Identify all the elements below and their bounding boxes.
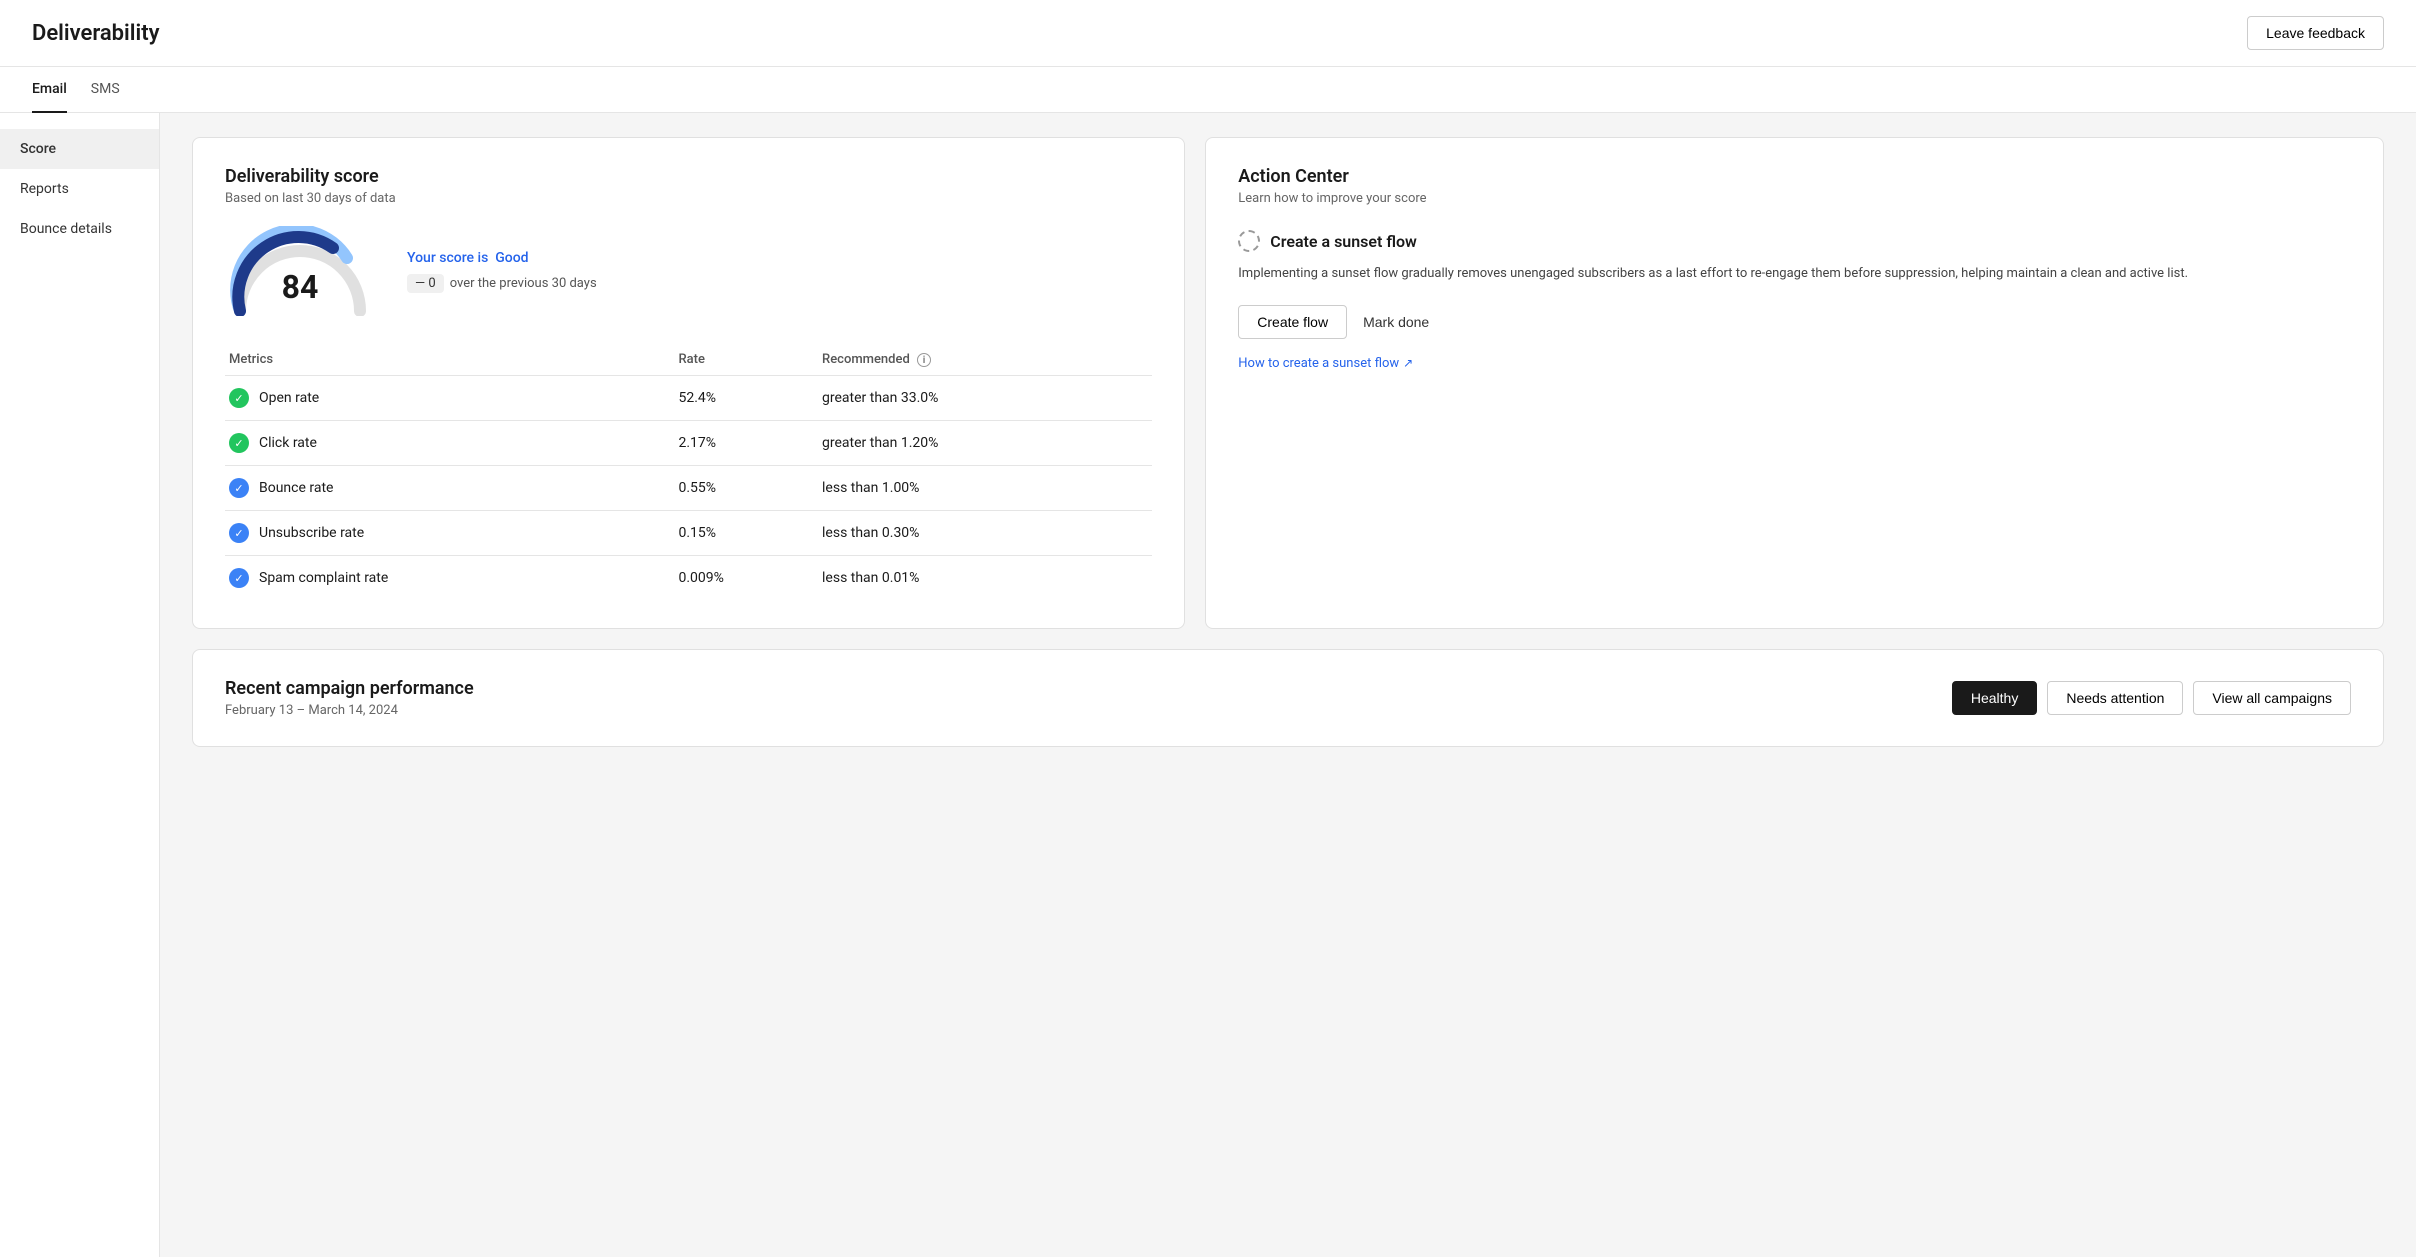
score-change: — 0 over the previous 30 days xyxy=(407,274,597,293)
score-quality: Good xyxy=(495,250,528,266)
metric-recommended: less than 0.01% xyxy=(818,556,1152,601)
cards-row: Deliverability score Based on last 30 da… xyxy=(192,137,2384,629)
table-row: ✓ Bounce rate 0.55% less than 1.00% xyxy=(225,466,1152,511)
sidebar-item-score[interactable]: Score xyxy=(0,129,159,169)
col-recommended: Recommended i xyxy=(818,344,1152,376)
info-icon: i xyxy=(917,353,931,367)
metric-recommended: greater than 33.0% xyxy=(818,376,1152,421)
sunset-flow-icon xyxy=(1238,230,1260,252)
recent-campaign-buttons: Healthy Needs attention View all campaig… xyxy=(1952,681,2351,715)
action-center-title: Action Center xyxy=(1238,166,2351,187)
score-number: 84 xyxy=(282,268,319,306)
sunset-flow-link[interactable]: How to create a sunset flow ↗ xyxy=(1238,356,1413,371)
tab-sms[interactable]: SMS xyxy=(91,67,120,113)
status-icon-blue: ✓ xyxy=(229,523,249,543)
top-bar: Deliverability Leave feedback xyxy=(0,0,2416,67)
col-metric: Metrics xyxy=(225,344,674,376)
metric-name: Click rate xyxy=(259,435,317,451)
metric-rate: 0.15% xyxy=(674,511,818,556)
score-card: Deliverability score Based on last 30 da… xyxy=(192,137,1185,629)
page-body: Score Reports Bounce details Deliverabil… xyxy=(0,113,2416,1257)
needs-attention-button[interactable]: Needs attention xyxy=(2047,681,2183,715)
main-content: Deliverability score Based on last 30 da… xyxy=(160,113,2416,1257)
score-info: Your score is Good — 0 over the previous… xyxy=(407,250,597,293)
score-change-badge: — 0 xyxy=(407,274,444,293)
metric-rate: 0.55% xyxy=(674,466,818,511)
recent-campaigns-title: Recent campaign performance xyxy=(225,678,474,699)
sidebar: Score Reports Bounce details xyxy=(0,113,160,1257)
healthy-button[interactable]: Healthy xyxy=(1952,681,2037,715)
metric-rate: 0.009% xyxy=(674,556,818,601)
action-item-title: Create a sunset flow xyxy=(1270,232,1417,251)
sidebar-item-bounce-details[interactable]: Bounce details xyxy=(0,209,159,249)
metric-recommended: less than 1.00% xyxy=(818,466,1152,511)
metric-name: Open rate xyxy=(259,390,319,406)
leave-feedback-button[interactable]: Leave feedback xyxy=(2247,16,2384,50)
action-buttons: Create flow Mark done xyxy=(1238,305,2351,339)
status-icon-green: ✓ xyxy=(229,388,249,408)
recent-campaigns-card: Recent campaign performance February 13 … xyxy=(192,649,2384,747)
sidebar-item-reports[interactable]: Reports xyxy=(0,169,159,209)
create-flow-button[interactable]: Create flow xyxy=(1238,305,1347,339)
score-card-subtitle: Based on last 30 days of data xyxy=(225,191,1152,206)
status-icon-green: ✓ xyxy=(229,433,249,453)
score-visual: 84 Your score is Good — 0 over the previ… xyxy=(225,226,1152,316)
recent-campaigns-subtitle: February 13 – March 14, 2024 xyxy=(225,703,474,718)
table-row: ✓ Open rate 52.4% greater than 33.0% xyxy=(225,376,1152,421)
metric-name: Bounce rate xyxy=(259,480,333,496)
action-item-desc: Implementing a sunset flow gradually rem… xyxy=(1238,264,2351,285)
metric-recommended: greater than 1.20% xyxy=(818,421,1152,466)
metric-rate: 2.17% xyxy=(674,421,818,466)
metrics-table: Metrics Rate Recommended i ✓ Open rate xyxy=(225,344,1152,600)
col-rate: Rate xyxy=(674,344,818,376)
mark-done-button[interactable]: Mark done xyxy=(1359,305,1433,339)
status-icon-blue: ✓ xyxy=(229,568,249,588)
external-link-icon: ↗ xyxy=(1403,356,1413,370)
table-row: ✓ Spam complaint rate 0.009% less than 0… xyxy=(225,556,1152,601)
score-card-title: Deliverability score xyxy=(225,166,1152,187)
view-all-campaigns-button[interactable]: View all campaigns xyxy=(2193,681,2351,715)
page-title: Deliverability xyxy=(32,21,160,46)
recent-campaigns-info: Recent campaign performance February 13 … xyxy=(225,678,474,718)
metric-recommended: less than 0.30% xyxy=(818,511,1152,556)
metric-name: Spam complaint rate xyxy=(259,570,388,586)
tabs-bar: Email SMS xyxy=(0,67,2416,113)
recent-header: Recent campaign performance February 13 … xyxy=(225,678,2351,718)
metric-rate: 52.4% xyxy=(674,376,818,421)
table-row: ✓ Click rate 2.17% greater than 1.20% xyxy=(225,421,1152,466)
score-is-label: Your score is Good xyxy=(407,250,597,266)
gauge: 84 xyxy=(225,226,375,316)
action-center-card: Action Center Learn how to improve your … xyxy=(1205,137,2384,629)
status-icon-blue: ✓ xyxy=(229,478,249,498)
tab-email[interactable]: Email xyxy=(32,67,67,113)
action-item-header: Create a sunset flow xyxy=(1238,230,2351,252)
metric-name: Unsubscribe rate xyxy=(259,525,364,541)
action-center-subtitle: Learn how to improve your score xyxy=(1238,191,2351,206)
table-row: ✓ Unsubscribe rate 0.15% less than 0.30% xyxy=(225,511,1152,556)
